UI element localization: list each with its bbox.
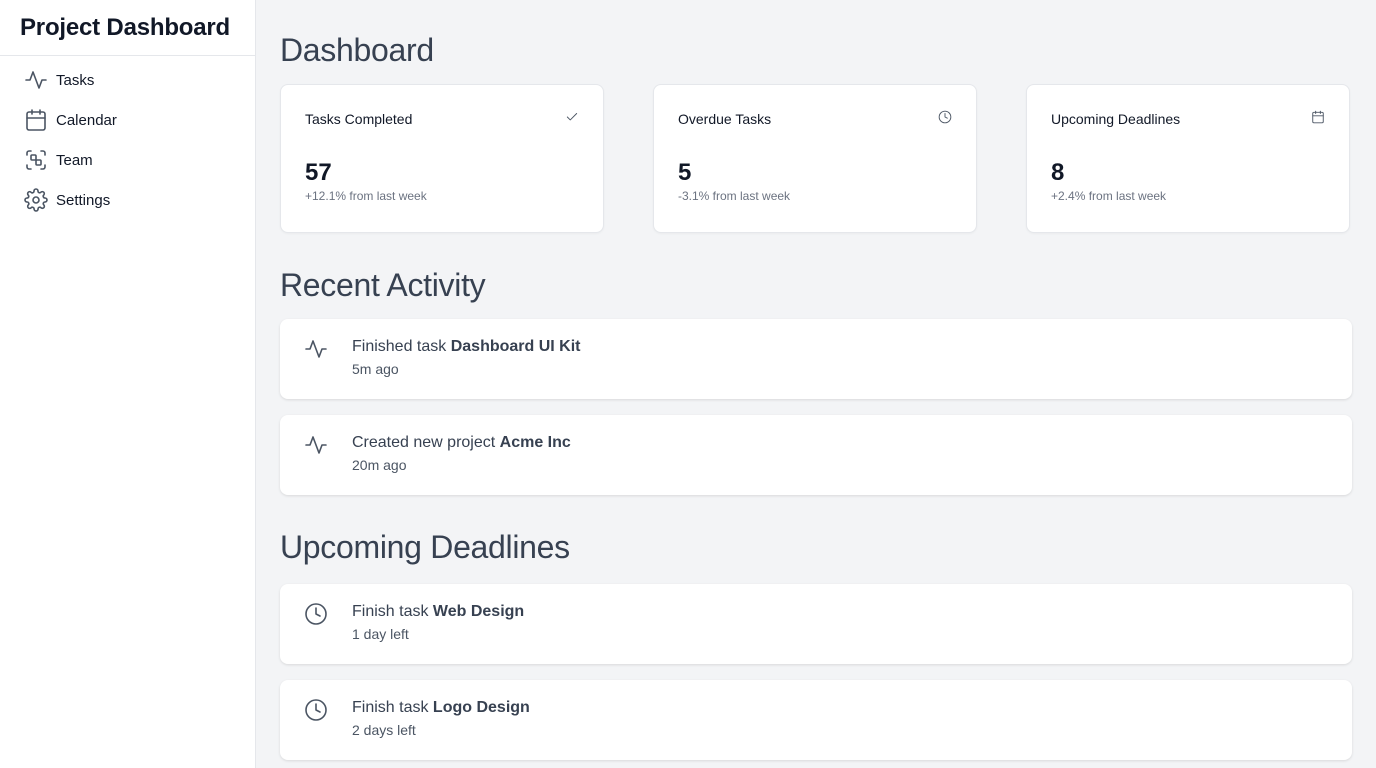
sidebar-item-label: Calendar xyxy=(56,111,117,129)
sidebar-nav: Tasks Calendar Team Settings xyxy=(0,56,255,224)
sidebar-item-tasks[interactable]: Tasks xyxy=(0,60,255,100)
calendar-icon xyxy=(24,108,48,132)
activity-icon xyxy=(304,433,328,457)
activity-text: Created new project Acme Inc xyxy=(352,434,571,451)
deadline-subject: Logo Design xyxy=(432,699,530,716)
deadline-subject: Web Design xyxy=(432,603,525,620)
activity-time: 5m ago xyxy=(352,361,399,377)
recent-activity-list: Finished task Dashboard UI Kit 5m ago Cr… xyxy=(280,319,1352,495)
main-content: Dashboard Tasks Completed 57 +12.1% from… xyxy=(256,0,1376,768)
stat-change: -3.1% from last week xyxy=(678,189,791,203)
page-title: Dashboard xyxy=(280,32,434,68)
upcoming-deadlines-title: Upcoming Deadlines xyxy=(280,529,570,565)
sidebar-item-calendar[interactable]: Calendar xyxy=(0,100,255,140)
activity-time: 20m ago xyxy=(352,457,407,473)
sidebar-item-label: Team xyxy=(56,151,93,169)
calendar-icon xyxy=(1311,110,1325,129)
list-item[interactable]: Finish task Web Design 1 day left xyxy=(280,584,1352,664)
app-title: Project Dashboard xyxy=(0,0,255,56)
stat-change: +12.1% from last week xyxy=(305,189,427,203)
clock-icon xyxy=(938,110,952,129)
stat-label: Tasks Completed xyxy=(305,111,413,127)
sidebar-item-team[interactable]: Team xyxy=(0,140,255,180)
deadline-time: 2 days left xyxy=(352,722,416,738)
sidebar-item-settings[interactable]: Settings xyxy=(0,180,255,220)
stats-row: Tasks Completed 57 +12.1% from last week… xyxy=(280,84,1352,233)
stat-value: 8 xyxy=(1051,159,1065,186)
stat-label: Overdue Tasks xyxy=(678,111,772,127)
activity-icon xyxy=(304,337,328,361)
deadline-time: 1 day left xyxy=(352,626,409,642)
stat-card-tasks-completed: Tasks Completed 57 +12.1% from last week xyxy=(280,84,604,233)
sidebar-item-label: Settings xyxy=(56,191,111,209)
team-icon xyxy=(24,148,48,172)
deadline-text: Finish task Web Design xyxy=(352,603,525,620)
list-item[interactable]: Finish task Logo Design 2 days left xyxy=(280,680,1352,760)
sidebar: Project Dashboard Tasks Calendar Team Se… xyxy=(0,0,256,768)
stat-label: Upcoming Deadlines xyxy=(1051,111,1181,127)
sidebar-item-label: Tasks xyxy=(56,71,95,89)
upcoming-deadlines-list: Finish task Web Design 1 day left Finish… xyxy=(280,584,1352,760)
deadline-text: Finish task Logo Design xyxy=(352,699,530,716)
stat-change: +2.4% from last week xyxy=(1051,189,1167,203)
stat-card-upcoming-deadlines: Upcoming Deadlines 8 +2.4% from last wee… xyxy=(1026,84,1350,233)
stat-value: 57 xyxy=(305,159,332,186)
stat-value: 5 xyxy=(678,159,692,186)
stat-card-overdue-tasks: Overdue Tasks 5 -3.1% from last week xyxy=(653,84,977,233)
activity-icon xyxy=(24,68,48,92)
clock-icon xyxy=(304,602,328,626)
list-item[interactable]: Created new project Acme Inc 20m ago xyxy=(280,415,1352,495)
check-icon xyxy=(565,110,579,129)
gear-icon xyxy=(24,188,48,212)
app-root: Project Dashboard Tasks Calendar Team Se… xyxy=(0,0,1376,768)
clock-icon xyxy=(304,698,328,722)
list-item[interactable]: Finished task Dashboard UI Kit 5m ago xyxy=(280,319,1352,399)
activity-subject: Dashboard UI Kit xyxy=(450,338,581,355)
recent-activity-title: Recent Activity xyxy=(280,267,486,303)
activity-text: Finished task Dashboard UI Kit xyxy=(352,338,581,355)
activity-subject: Acme Inc xyxy=(499,434,571,451)
